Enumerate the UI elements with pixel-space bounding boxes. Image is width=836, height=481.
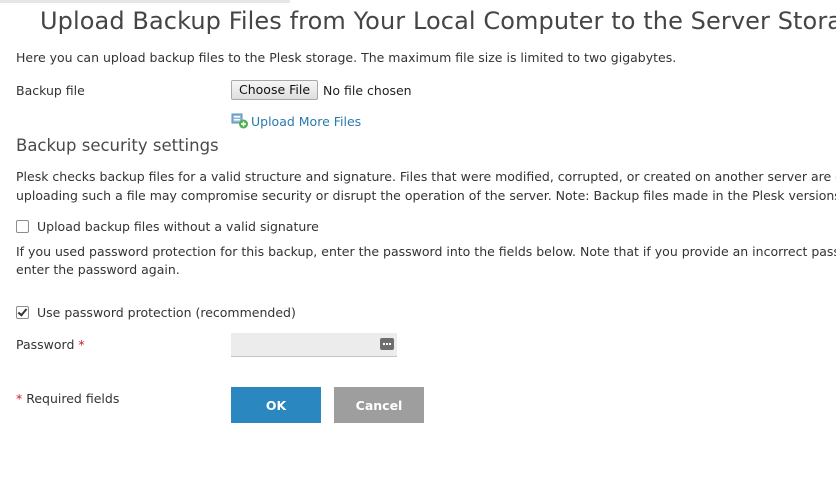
upload-files-icon [231,113,248,129]
backup-file-label: Backup file [16,83,85,98]
page-title: Upload Backup Files from Your Local Comp… [40,7,836,35]
intro-text: Here you can upload backup files to the … [16,50,677,65]
file-status: No file chosen [323,82,412,98]
password-protection-label[interactable]: Use password protection (recommended) [37,305,296,320]
required-marker: * [78,337,85,352]
ok-button[interactable]: OK [231,387,321,423]
required-fields-note: * Required fields [16,390,119,408]
password-protection-option[interactable]: Use password protection (recommended) [16,303,296,321]
upload-more-files-label[interactable]: Upload More Files [251,114,361,129]
required-note-text: Required fields [26,391,120,406]
password-label: Password * [16,336,85,354]
security-description-line-1: Plesk checks backup files for a valid st… [16,169,836,184]
backup-file-input[interactable]: Choose File No file chosen [231,79,412,101]
no-signature-option[interactable]: Upload backup files without a valid sign… [16,217,319,235]
password-description-line-2: enter the password again. [16,262,180,277]
no-signature-checkbox[interactable] [16,219,29,233]
top-tab-strip [0,0,290,3]
password-manager-icon[interactable] [380,338,394,350]
upload-backup-page: Upload Backup Files from Your Local Comp… [0,0,836,481]
password-label-text: Password [16,337,75,352]
password-input[interactable] [231,333,397,357]
security-section-title: Backup security settings [16,136,219,155]
password-protection-checkbox[interactable] [16,305,29,319]
cancel-button[interactable]: Cancel [334,387,424,423]
choose-file-button[interactable]: Choose File [231,80,319,100]
no-signature-label[interactable]: Upload backup files without a valid sign… [37,219,319,234]
security-description-line-2: uploading such a file may compromise sec… [16,188,836,203]
required-note-marker: * [16,391,23,406]
password-description-line-1: If you used password protection for this… [16,244,836,259]
upload-more-files-link[interactable]: Upload More Files [231,112,361,130]
